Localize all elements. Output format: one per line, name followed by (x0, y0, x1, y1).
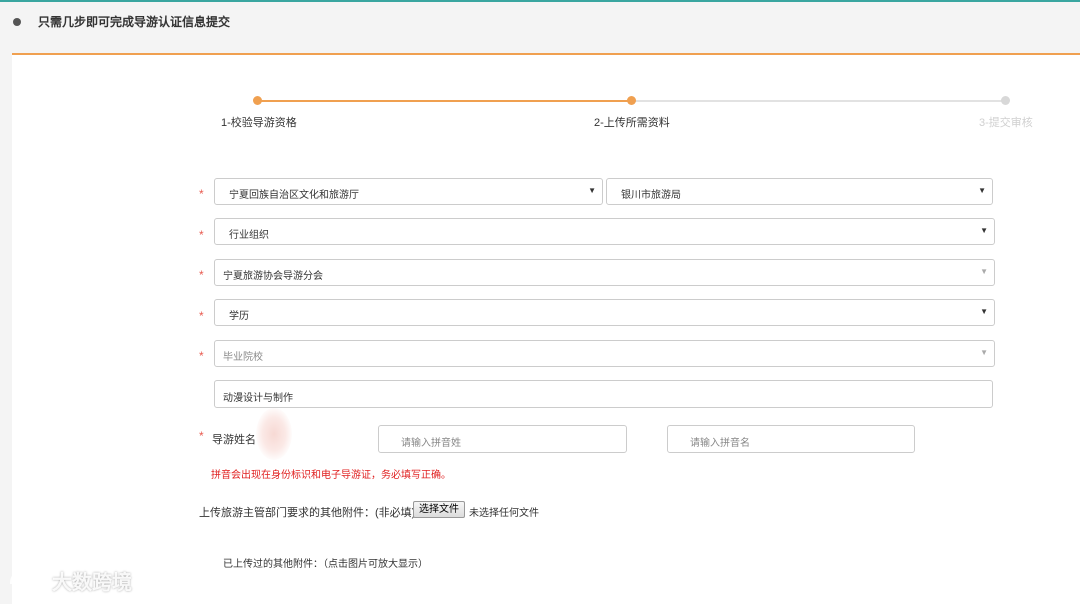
chevron-down-icon: ▼ (980, 307, 988, 316)
required-mark: * (199, 228, 204, 242)
form-card (12, 53, 1080, 604)
step-1-label: 1-校验导游资格 (221, 117, 297, 129)
pinyin-warning: 拼音会出现在身份标识和电子导游证，务必填写正确。 (211, 470, 451, 481)
surname-pinyin-input[interactable]: 请输入拼音姓 (378, 425, 627, 453)
watermark-text: 大数跨境 (52, 572, 132, 594)
required-mark: * (199, 349, 204, 363)
province-select[interactable]: 宁夏回族自治区文化和旅游厅 ▼ (214, 178, 603, 205)
chevron-down-icon: ▼ (980, 267, 988, 276)
given-pinyin-placeholder: 请输入拼音名 (690, 438, 750, 449)
required-mark: * (199, 309, 204, 323)
org-type-select[interactable]: 行业组织 ▼ (214, 218, 995, 245)
no-file-text: 未选择任何文件 (469, 508, 539, 519)
step-3-dot (1001, 96, 1010, 105)
watermark-logo-icon (9, 571, 49, 585)
education-value: 学历 (229, 311, 249, 322)
required-mark: * (199, 268, 204, 282)
step-line-pending (631, 100, 1005, 102)
chevron-down-icon: ▼ (980, 226, 988, 235)
education-select[interactable]: 学历 ▼ (214, 299, 995, 326)
surname-pinyin-placeholder: 请输入拼音姓 (401, 438, 461, 449)
school-select[interactable]: 毕业院校 ▼ (214, 340, 995, 367)
required-mark: * (199, 429, 204, 443)
redacted-blur (256, 408, 292, 460)
required-mark: * (199, 187, 204, 201)
uploaded-attachments-label: 已上传过的其他附件：（点击图片可放大显示） (223, 559, 428, 570)
guide-name-label: 导游姓名 (212, 434, 256, 446)
org-name-value: 宁夏旅游协会导游分会 (223, 271, 323, 282)
city-select[interactable]: 银川市旅游局 ▼ (606, 178, 993, 205)
major-input[interactable]: 动漫设计与制作 (214, 380, 993, 408)
chevron-down-icon: ▼ (978, 186, 986, 195)
chevron-down-icon: ▼ (588, 186, 596, 195)
step-line-done (257, 100, 631, 102)
given-pinyin-input[interactable]: 请输入拼音名 (667, 425, 915, 453)
step-1-dot (253, 96, 262, 105)
page-header: 只需几步即可完成导游认证信息提交 (0, 2, 1080, 44)
chevron-down-icon: ▼ (980, 348, 988, 357)
org-name-select[interactable]: 宁夏旅游协会导游分会 ▼ (214, 259, 995, 286)
attachment-label: 上传旅游主管部门要求的其他附件：(非必填) (199, 507, 416, 519)
major-value: 动漫设计与制作 (223, 393, 293, 404)
step-2-label: 2-上传所需资料 (594, 117, 670, 129)
page-title: 只需几步即可完成导游认证信息提交 (38, 15, 231, 29)
header-bullet-icon (13, 18, 21, 26)
province-value: 宁夏回族自治区文化和旅游厅 (229, 190, 359, 201)
step-3-label: 3-提交审核 (979, 117, 1033, 129)
city-value: 银川市旅游局 (621, 190, 681, 201)
choose-file-button[interactable]: 选择文件 (413, 501, 465, 518)
org-type-value: 行业组织 (229, 230, 269, 241)
step-2-dot (627, 96, 636, 105)
school-placeholder: 毕业院校 (223, 352, 263, 363)
